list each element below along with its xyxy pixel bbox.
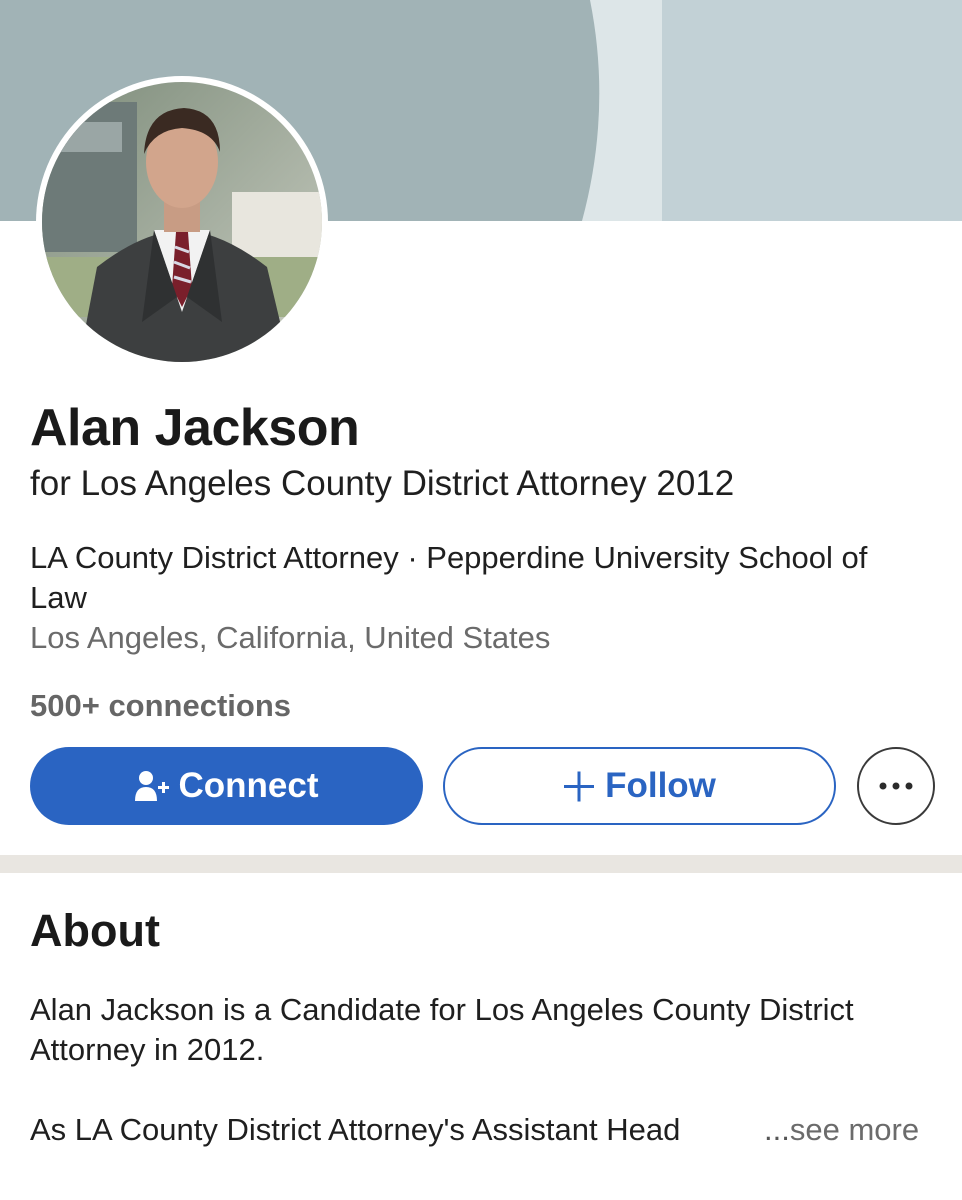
plus-icon xyxy=(563,770,595,802)
connect-label: Connect xyxy=(178,766,319,805)
section-divider xyxy=(0,855,962,873)
connections-count[interactable]: 500+ connections xyxy=(30,688,291,724)
more-options-button[interactable] xyxy=(857,747,935,825)
more-horizontal-icon xyxy=(879,777,913,795)
follow-label: Follow xyxy=(605,766,716,805)
about-paragraph: Alan Jackson is a Candidate for Los Ange… xyxy=(30,992,854,1067)
person-add-icon xyxy=(134,770,169,802)
follow-button[interactable]: Follow xyxy=(443,747,836,825)
see-more-link[interactable]: see more xyxy=(790,1110,919,1150)
connect-button[interactable]: Connect xyxy=(30,747,423,825)
about-ellipsis: ... xyxy=(764,1112,790,1147)
profile-affiliations[interactable]: LA County District Attorney · Pepperdine… xyxy=(30,538,910,618)
profile-name: Alan Jackson xyxy=(30,399,360,457)
profile-avatar[interactable] xyxy=(36,76,328,368)
about-paragraph-truncated: As LA County District Attorney's Assista… xyxy=(30,1112,681,1147)
profile-headline: for Los Angeles County District Attorney… xyxy=(30,464,735,503)
profile-page: Alan Jackson for Los Angeles County Dist… xyxy=(0,0,962,1200)
about-truncated-line: As LA County District Attorney's Assista… xyxy=(30,1110,934,1150)
about-heading: About xyxy=(30,905,160,956)
profile-location: Los Angeles, California, United States xyxy=(30,620,551,655)
